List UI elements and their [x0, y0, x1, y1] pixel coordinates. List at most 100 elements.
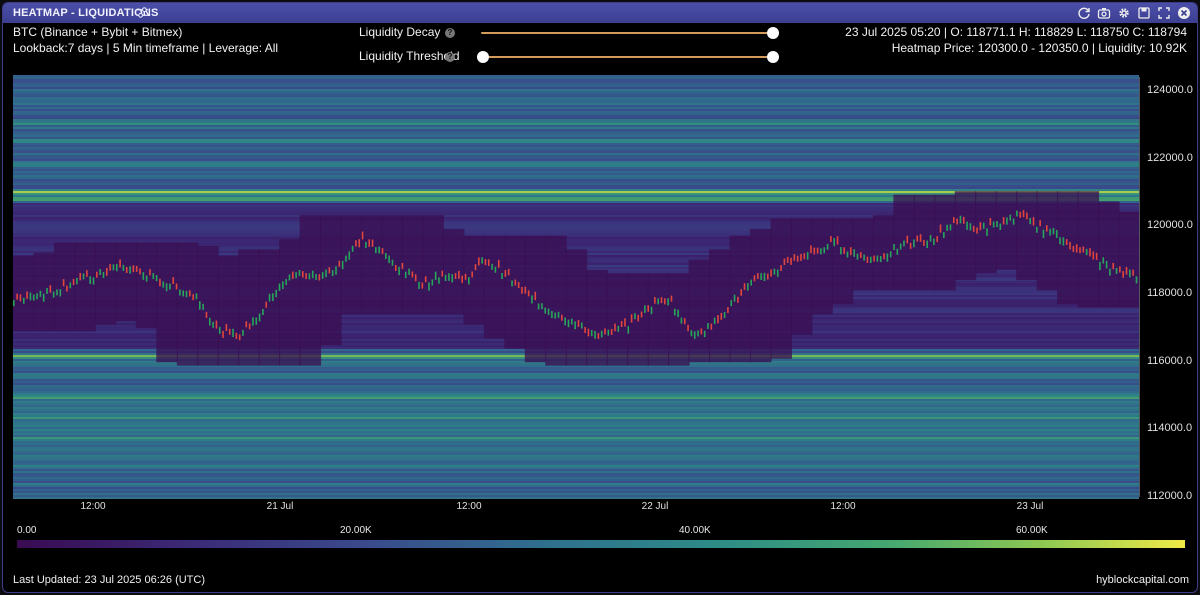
price-candle	[365, 241, 367, 248]
camera-icon[interactable]	[1097, 6, 1111, 20]
price-candle	[909, 242, 912, 249]
price-candle	[321, 272, 324, 279]
liquidity-decay-slider[interactable]	[481, 27, 779, 39]
price-candle	[889, 251, 892, 258]
price-candle	[92, 277, 95, 285]
liquidity-stripe	[13, 75, 1139, 77]
price-candle	[1089, 248, 1091, 257]
price-zone	[770, 218, 792, 359]
price-candle	[242, 329, 244, 336]
price-candle	[800, 253, 802, 261]
price-candle	[574, 321, 576, 330]
refresh-icon[interactable]	[1077, 6, 1091, 20]
price-zone	[1036, 191, 1059, 291]
liquidity-decay-label: Liquidity Decay	[359, 25, 441, 39]
decay-help-icon[interactable]: ?	[445, 28, 455, 38]
sliders-icon[interactable]	[136, 6, 149, 19]
liquidity-stripe	[13, 429, 1139, 431]
price-zone	[176, 242, 199, 366]
liquidity-threshold-slider[interactable]	[477, 51, 779, 63]
price-candle	[1036, 226, 1038, 233]
price-candle	[385, 253, 387, 260]
price-candle	[478, 257, 480, 266]
price-candle	[1002, 217, 1005, 225]
price-candle	[730, 300, 733, 307]
threshold-help-icon[interactable]: ?	[445, 52, 455, 62]
expand-icon[interactable]	[1157, 6, 1171, 20]
liquidation-heatmap[interactable]	[13, 75, 1139, 499]
price-candle	[544, 307, 547, 314]
price-candle	[571, 318, 573, 325]
liquidity-stripe	[13, 379, 1139, 381]
liquidity-stripe	[13, 477, 1139, 479]
price-candle	[517, 281, 520, 288]
price-candle	[106, 268, 108, 276]
liquidity-stripe	[13, 153, 1139, 155]
price-candle	[733, 294, 736, 302]
price-candle	[438, 277, 440, 284]
price-candle	[1099, 261, 1101, 271]
liquidity-stripe	[13, 79, 1139, 81]
price-zone	[279, 239, 301, 366]
close-icon[interactable]	[1177, 6, 1191, 20]
save-icon[interactable]	[1137, 6, 1151, 20]
brand-link[interactable]: hyblockcapital.com	[1096, 574, 1189, 586]
price-zone	[545, 235, 567, 366]
price-candle	[956, 218, 958, 225]
price-candle	[358, 239, 361, 248]
liquidity-stripe	[13, 109, 1139, 111]
price-zone	[13, 256, 35, 332]
price-candle	[836, 236, 839, 245]
price-candle	[647, 305, 650, 312]
price-candle	[444, 274, 447, 282]
price-candle	[996, 221, 998, 228]
price-candle	[650, 306, 653, 315]
price-candle	[561, 314, 563, 321]
liquidity-stripe	[13, 497, 1139, 499]
price-candle	[906, 235, 909, 244]
price-candle	[856, 253, 859, 260]
price-candle	[989, 218, 992, 226]
colorbar-label: 40.00K	[679, 525, 711, 536]
price-zone	[565, 249, 588, 366]
price-candle	[840, 247, 842, 255]
threshold-min-thumb[interactable]	[477, 51, 489, 63]
liquidity-stripe	[13, 481, 1139, 483]
price-candle	[1135, 276, 1138, 284]
liquidity-stripe	[13, 421, 1139, 423]
price-candle	[1109, 268, 1111, 276]
liquidity-stripe	[13, 85, 1139, 87]
price-zone	[647, 273, 670, 366]
liquidity-stripe	[13, 407, 1139, 409]
price-candle	[1049, 228, 1051, 236]
price-zone	[709, 249, 731, 363]
price-candle	[903, 240, 905, 247]
price-candle	[551, 310, 553, 319]
price-candle	[700, 328, 703, 335]
liquidity-stripe	[13, 117, 1139, 119]
price-candle	[1022, 210, 1025, 218]
price-candle	[697, 330, 699, 337]
price-candle	[56, 289, 58, 296]
price-candle	[986, 228, 988, 236]
liquidity-stripe	[13, 483, 1139, 485]
threshold-max-thumb[interactable]	[767, 51, 779, 63]
price-candle	[22, 297, 25, 304]
gear-icon[interactable]	[1117, 6, 1131, 20]
price-candle	[810, 245, 812, 254]
price-candle	[282, 281, 284, 289]
price-candle	[301, 271, 304, 278]
liquidity-stripe	[13, 493, 1139, 495]
price-candle	[278, 283, 281, 291]
colorbar-label: 20.00K	[340, 525, 372, 536]
price-candle	[464, 273, 467, 280]
liquidity-stripe	[13, 413, 1139, 415]
price-candle	[155, 275, 158, 282]
price-candle	[707, 322, 709, 329]
price-candle	[315, 273, 317, 280]
price-zone	[463, 235, 485, 325]
decay-slider-thumb[interactable]	[767, 27, 779, 39]
price-candle	[547, 308, 550, 315]
price-candle	[318, 274, 321, 281]
liquidity-stripe	[13, 469, 1139, 471]
